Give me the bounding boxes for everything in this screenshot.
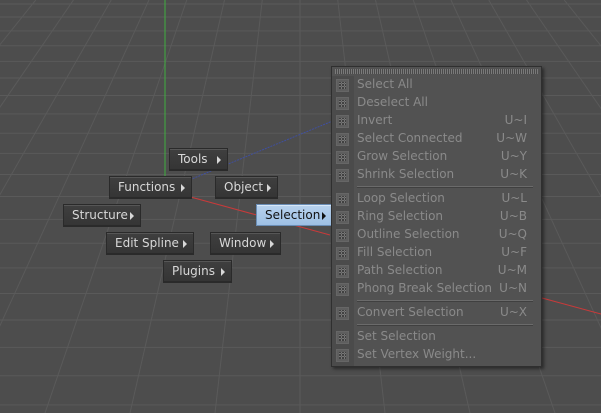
chevron-right-icon (221, 268, 225, 276)
menu-item-label: Deselect All (357, 95, 428, 109)
chevron-right-icon (183, 240, 187, 248)
menu-item-label: Set Selection (357, 329, 436, 343)
path-selection-icon (336, 265, 349, 278)
chevron-right-icon (322, 212, 326, 220)
menu-item[interactable]: Outline Selection U~Q (332, 226, 541, 244)
menu-separator (357, 300, 533, 301)
plugins-button[interactable]: Plugins (163, 260, 232, 282)
menu-item-label: Select All (357, 77, 413, 91)
functions-button[interactable]: Functions (109, 176, 192, 198)
menu-item-shortcut: U~M (497, 263, 527, 277)
selection-label: Selection (265, 208, 321, 222)
menu-item-label: Outline Selection (357, 227, 460, 241)
deselect-all-icon (336, 97, 349, 110)
convert-selection-icon (336, 307, 349, 320)
menu-item-shortcut: U~X (499, 305, 527, 319)
plugins-label: Plugins (172, 264, 215, 278)
menu-item[interactable]: Invert U~I (332, 112, 541, 130)
chevron-right-icon (130, 212, 134, 220)
edit-spline-button[interactable]: Edit Spline (106, 232, 194, 254)
invert-icon (336, 115, 349, 128)
set-selection-icon (336, 331, 349, 344)
menu-item-shortcut: U~W (496, 131, 527, 145)
menu-item-shortcut: U~K (500, 167, 527, 181)
menu-item[interactable]: Shrink Selection U~K (332, 166, 541, 184)
selection-button[interactable]: Selection (256, 204, 333, 226)
outline-selection-icon (336, 229, 349, 242)
menu-item-shortcut: U~B (499, 209, 527, 223)
menu-item-label: Set Vertex Weight... (357, 347, 477, 361)
fill-selection-icon (336, 247, 349, 260)
shrink-selection-icon (336, 169, 349, 182)
menu-item-label: Fill Selection (357, 245, 433, 259)
edit-spline-label: Edit Spline (115, 236, 179, 250)
tear-off-grip[interactable] (335, 69, 538, 74)
window-button[interactable]: Window (210, 232, 281, 254)
menu-item-label: Convert Selection (357, 305, 464, 319)
menu-item[interactable]: Set Vertex Weight... (332, 346, 541, 364)
menu-item[interactable]: Convert Selection U~X (332, 304, 541, 322)
structure-label: Structure (72, 208, 128, 222)
chevron-right-icon (270, 240, 274, 248)
loop-selection-icon (336, 193, 349, 206)
menu-item[interactable]: Phong Break Selection U~N (332, 280, 541, 298)
menu-item[interactable]: Path Selection U~M (332, 262, 541, 280)
phong-break-selection-icon (336, 283, 349, 296)
selection-submenu[interactable]: Select All Deselect All Invert U~I Select Co… (331, 66, 542, 367)
menu-separator (357, 186, 533, 187)
functions-label: Functions (118, 180, 176, 194)
menu-item[interactable]: Loop Selection U~L (332, 190, 541, 208)
x-axis-line-far (541, 297, 601, 315)
menu-item-label: Shrink Selection (357, 167, 455, 181)
menu-item[interactable]: Select Connected U~W (332, 130, 541, 148)
menu-item-shortcut: U~N (499, 281, 527, 295)
menu-item-shortcut: U~Q (498, 227, 527, 241)
object-label: Object (224, 180, 264, 194)
chevron-right-icon (217, 156, 221, 164)
tools-label: Tools (178, 152, 208, 166)
grid-line (129, 0, 225, 413)
menu-item-label: Invert (357, 113, 393, 127)
tools-button[interactable]: Tools (169, 148, 228, 170)
menu-item[interactable]: Grow Selection U~Y (332, 148, 541, 166)
chevron-right-icon (267, 184, 271, 192)
menu-item[interactable]: Fill Selection U~F (332, 244, 541, 262)
menu-item-label: Phong Break Selection (357, 281, 492, 295)
grow-selection-icon (336, 151, 349, 164)
menu-item-label: Loop Selection (357, 191, 445, 205)
select-connected-icon (336, 133, 349, 146)
menu-item[interactable]: Ring Selection U~B (332, 208, 541, 226)
menu-item[interactable]: Deselect All (332, 94, 541, 112)
menu-item-shortcut: U~F (501, 245, 527, 259)
object-button[interactable]: Object (215, 176, 278, 198)
menu-item-label: Path Selection (357, 263, 443, 277)
menu-item-label: Select Connected (357, 131, 463, 145)
menu-item-shortcut: U~L (501, 191, 527, 205)
menu-item[interactable]: Select All (332, 76, 541, 94)
grid-line (563, 0, 601, 47)
menu-item-shortcut: U~Y (500, 149, 527, 163)
chevron-right-icon (181, 184, 185, 192)
menu-item-label: Ring Selection (357, 209, 444, 223)
window-label: Window (219, 236, 267, 250)
menu-item-shortcut: U~I (504, 113, 527, 127)
menu-item[interactable]: Set Selection (332, 328, 541, 346)
set-vertex-weight-icon (336, 349, 349, 362)
menu-separator (357, 324, 533, 325)
select-all-icon (336, 79, 349, 92)
menu-item-label: Grow Selection (357, 149, 448, 163)
ring-selection-icon (336, 211, 349, 224)
structure-button[interactable]: Structure (63, 204, 141, 226)
